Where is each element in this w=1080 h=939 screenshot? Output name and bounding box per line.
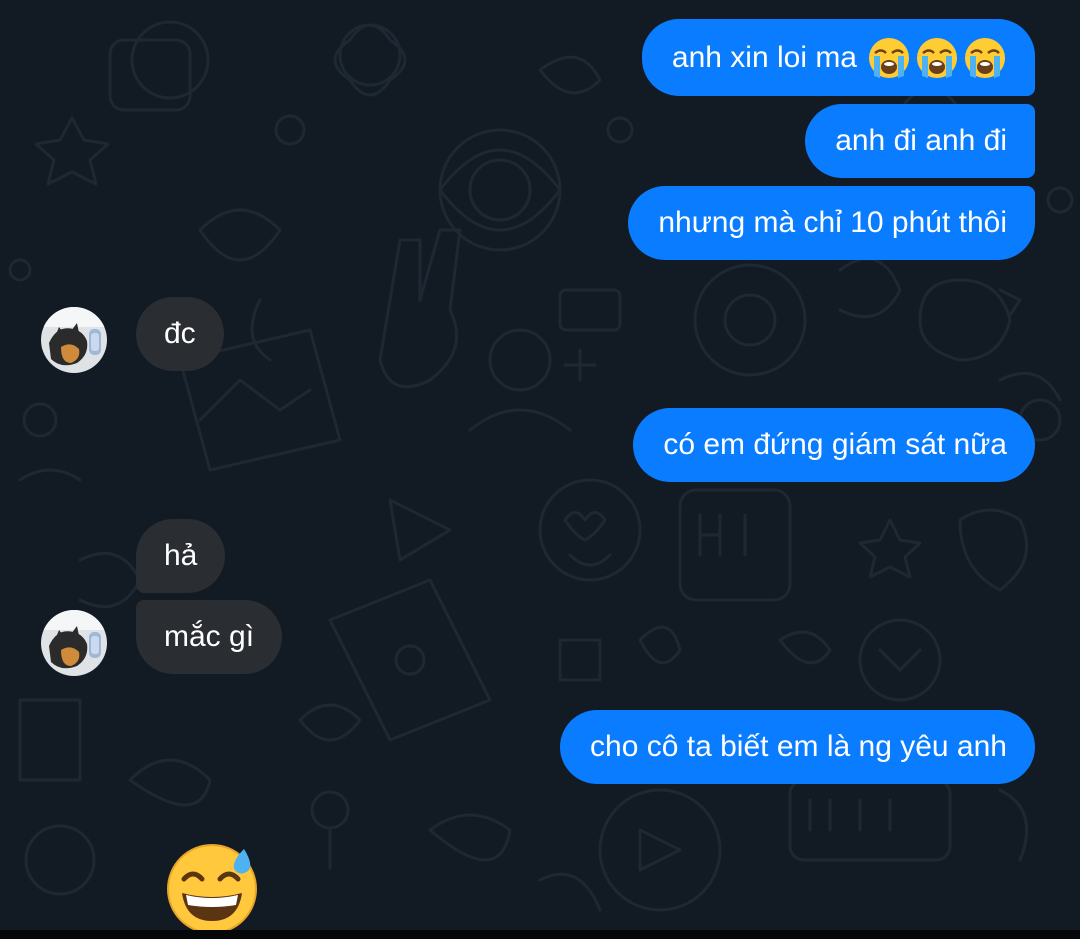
loudly-crying-face-icon (867, 36, 911, 80)
cat-avatar-icon (41, 610, 107, 676)
loudly-crying-face-icon (963, 36, 1007, 80)
incoming-message[interactable]: đc (136, 297, 224, 371)
loudly-crying-face-icon (915, 36, 959, 80)
bottom-edge (0, 930, 1080, 939)
outgoing-message[interactable]: có em đứng giám sát nữa (633, 408, 1035, 482)
message-text: đc (164, 317, 196, 350)
contact-avatar[interactable] (41, 307, 107, 373)
contact-avatar[interactable] (41, 610, 107, 676)
outgoing-message[interactable]: cho cô ta biết em là ng yêu anh (560, 710, 1035, 784)
message-text: mắc gì (164, 620, 255, 653)
incoming-message[interactable]: mắc gì (136, 600, 283, 674)
grinning-face-with-sweat-icon[interactable] (166, 843, 260, 930)
message-text: anh xin loi ma (671, 41, 857, 74)
message-text: có em đứng giám sát nữa (663, 428, 1007, 461)
message-text: hả (164, 539, 198, 572)
outgoing-message[interactable]: nhưng mà chỉ 10 phút thôi (628, 186, 1035, 260)
message-text: nhưng mà chỉ 10 phút thôi (658, 206, 1007, 239)
message-text: anh đi anh đi (835, 124, 1007, 157)
chat-thread[interactable]: anh xin loi ma anh đi anh đi nhưng mà ch… (0, 0, 1080, 930)
message-text: cho cô ta biết em là ng yêu anh (590, 730, 1007, 763)
outgoing-message[interactable]: anh xin loi ma (641, 19, 1035, 96)
incoming-message[interactable]: hả (136, 519, 226, 593)
cat-avatar-icon (41, 307, 107, 373)
outgoing-message[interactable]: anh đi anh đi (805, 104, 1035, 178)
